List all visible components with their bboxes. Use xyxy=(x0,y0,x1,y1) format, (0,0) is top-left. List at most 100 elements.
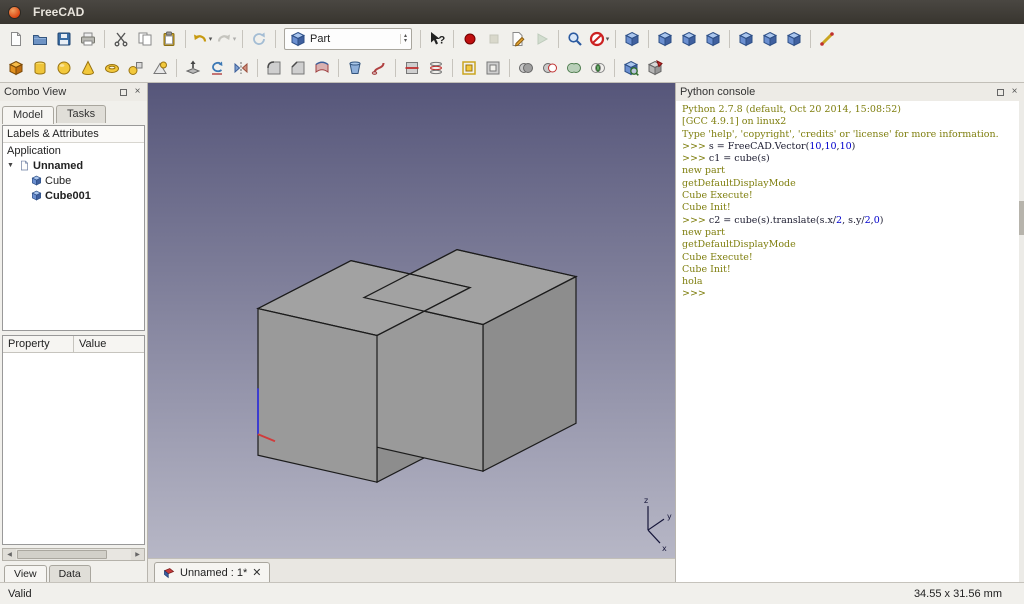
model-tree: Labels & Attributes Application ▼ Unname… xyxy=(2,125,145,331)
part-defeaturing-button[interactable] xyxy=(644,57,666,79)
view-rear-button[interactable] xyxy=(735,28,757,50)
part-cross-sections-button[interactable] xyxy=(425,57,447,79)
close-panel-icon[interactable]: × xyxy=(132,87,143,98)
tab-tasks[interactable]: Tasks xyxy=(55,105,107,123)
part-shapebuilder-button[interactable] xyxy=(149,57,171,79)
part-sweep-button[interactable] xyxy=(368,57,390,79)
property-column-header[interactable]: Property xyxy=(3,336,74,352)
freecad-window: FreeCAD ▾ ▾ Part ▴ ▾? ▾ Combo View × Model Ta… xyxy=(0,0,1024,604)
part-loft-button[interactable] xyxy=(344,57,366,79)
refresh-icon xyxy=(251,31,267,47)
part-cone-button[interactable] xyxy=(77,57,99,79)
paste-button[interactable] xyxy=(158,28,180,50)
vertical-scrollbar[interactable] xyxy=(1019,101,1024,582)
view-bottom-icon xyxy=(762,31,778,47)
horizontal-scrollbar[interactable]: ◀ ▶ xyxy=(2,548,145,561)
float-panel-icon[interactable] xyxy=(118,87,129,98)
part-thickness-button[interactable] xyxy=(482,57,504,79)
refresh-button[interactable] xyxy=(248,28,270,50)
print-document-button[interactable] xyxy=(77,28,99,50)
part-cut-button[interactable] xyxy=(539,57,561,79)
print-document-icon xyxy=(80,31,96,47)
whats-this-button[interactable]: ? xyxy=(426,28,448,50)
console-line: Python 2.7.8 (default, Oct 20 2014, 15:0… xyxy=(682,104,901,115)
tree-root-application[interactable]: Application xyxy=(3,143,144,158)
measure-distance-icon xyxy=(819,31,835,47)
document-tab[interactable]: Unnamed : 1* ✕ xyxy=(154,562,271,582)
tree-item-document[interactable]: ▼ Unnamed xyxy=(3,158,144,173)
part-union-icon xyxy=(566,60,582,76)
combo-spin-icon[interactable]: ▴ ▾ xyxy=(399,33,407,44)
tree-column-header[interactable]: Labels & Attributes xyxy=(3,126,144,143)
part-extrude-button[interactable] xyxy=(182,57,204,79)
part-cylinder-button[interactable] xyxy=(29,57,51,79)
new-document-button[interactable] xyxy=(5,28,27,50)
part-check-geometry-button[interactable] xyxy=(620,57,642,79)
open-document-icon xyxy=(32,31,48,47)
part-offset-button[interactable] xyxy=(458,57,480,79)
copy-button[interactable] xyxy=(134,28,156,50)
close-tab-icon[interactable]: ✕ xyxy=(252,566,261,579)
scroll-right-icon[interactable]: ▶ xyxy=(131,549,144,560)
dropdown-arrow-icon[interactable]: ▾ xyxy=(606,35,610,43)
3d-viewport[interactable]: z y x xyxy=(148,83,675,558)
part-common-button[interactable] xyxy=(587,57,609,79)
dropdown-arrow-icon[interactable]: ▾ xyxy=(233,35,237,43)
part-ruled-surface-button[interactable] xyxy=(311,57,333,79)
macro-stop-button[interactable] xyxy=(483,28,505,50)
toolbar-separator xyxy=(558,30,559,48)
tree-item-label: Unnamed xyxy=(33,159,84,172)
tab-view[interactable]: View xyxy=(4,565,47,582)
value-column-header[interactable]: Value xyxy=(74,336,144,352)
redo-button[interactable]: ▾ xyxy=(215,28,237,50)
window-title: FreeCAD xyxy=(33,5,85,19)
part-union-button[interactable] xyxy=(563,57,585,79)
macro-record-button[interactable] xyxy=(459,28,481,50)
fit-all-button[interactable] xyxy=(564,28,586,50)
3d-scene[interactable]: z y x xyxy=(148,83,675,558)
tab-data[interactable]: Data xyxy=(48,565,91,582)
undo-button[interactable]: ▾ xyxy=(191,28,213,50)
view-bottom-button[interactable] xyxy=(759,28,781,50)
window-close-button[interactable] xyxy=(8,5,21,19)
open-document-button[interactable] xyxy=(29,28,51,50)
cut-button[interactable] xyxy=(110,28,132,50)
save-document-button[interactable] xyxy=(53,28,75,50)
expander-icon[interactable]: ▼ xyxy=(7,162,16,169)
macro-execute-button[interactable] xyxy=(531,28,553,50)
scrollbar-thumb[interactable] xyxy=(1019,201,1024,235)
macro-edit-button[interactable] xyxy=(507,28,529,50)
view-left-button[interactable] xyxy=(783,28,805,50)
part-torus-button[interactable] xyxy=(101,57,123,79)
workbench-selector[interactable]: Part ▴ ▾ xyxy=(284,28,412,50)
view-isometric-button[interactable] xyxy=(621,28,643,50)
toolbar-separator xyxy=(810,30,811,48)
part-fillet-button[interactable] xyxy=(263,57,285,79)
part-mirror-button[interactable] xyxy=(230,57,252,79)
toolbar-standard: ▾ ▾ Part ▴ ▾? ▾ xyxy=(0,24,1024,54)
python-console[interactable]: Python 2.7.8 (default, Oct 20 2014, 15:0… xyxy=(676,101,1024,582)
toolbar-separator xyxy=(185,30,186,48)
scrollbar-thumb[interactable] xyxy=(17,550,107,559)
view-front-button[interactable] xyxy=(654,28,676,50)
close-panel-icon[interactable]: × xyxy=(1009,87,1020,98)
tree-item-cube[interactable]: Cube xyxy=(3,173,144,188)
measure-distance-button[interactable] xyxy=(816,28,838,50)
view-top-button[interactable] xyxy=(678,28,700,50)
console-line: new part xyxy=(682,226,725,238)
part-box-button[interactable] xyxy=(5,57,27,79)
part-primitives-button[interactable] xyxy=(125,57,147,79)
redo-icon xyxy=(216,31,232,47)
part-section-button[interactable] xyxy=(401,57,423,79)
draw-style-button[interactable]: ▾ xyxy=(588,28,610,50)
part-chamfer-button[interactable] xyxy=(287,57,309,79)
part-sphere-button[interactable] xyxy=(53,57,75,79)
part-boolean-button[interactable] xyxy=(515,57,537,79)
scroll-left-icon[interactable]: ◀ xyxy=(3,549,16,560)
tree-item-cube001[interactable]: Cube001 xyxy=(3,188,144,203)
dropdown-arrow-icon[interactable]: ▾ xyxy=(209,35,213,43)
view-right-button[interactable] xyxy=(702,28,724,50)
float-panel-icon[interactable] xyxy=(995,87,1006,98)
part-revolve-button[interactable] xyxy=(206,57,228,79)
tab-model[interactable]: Model xyxy=(2,106,54,124)
